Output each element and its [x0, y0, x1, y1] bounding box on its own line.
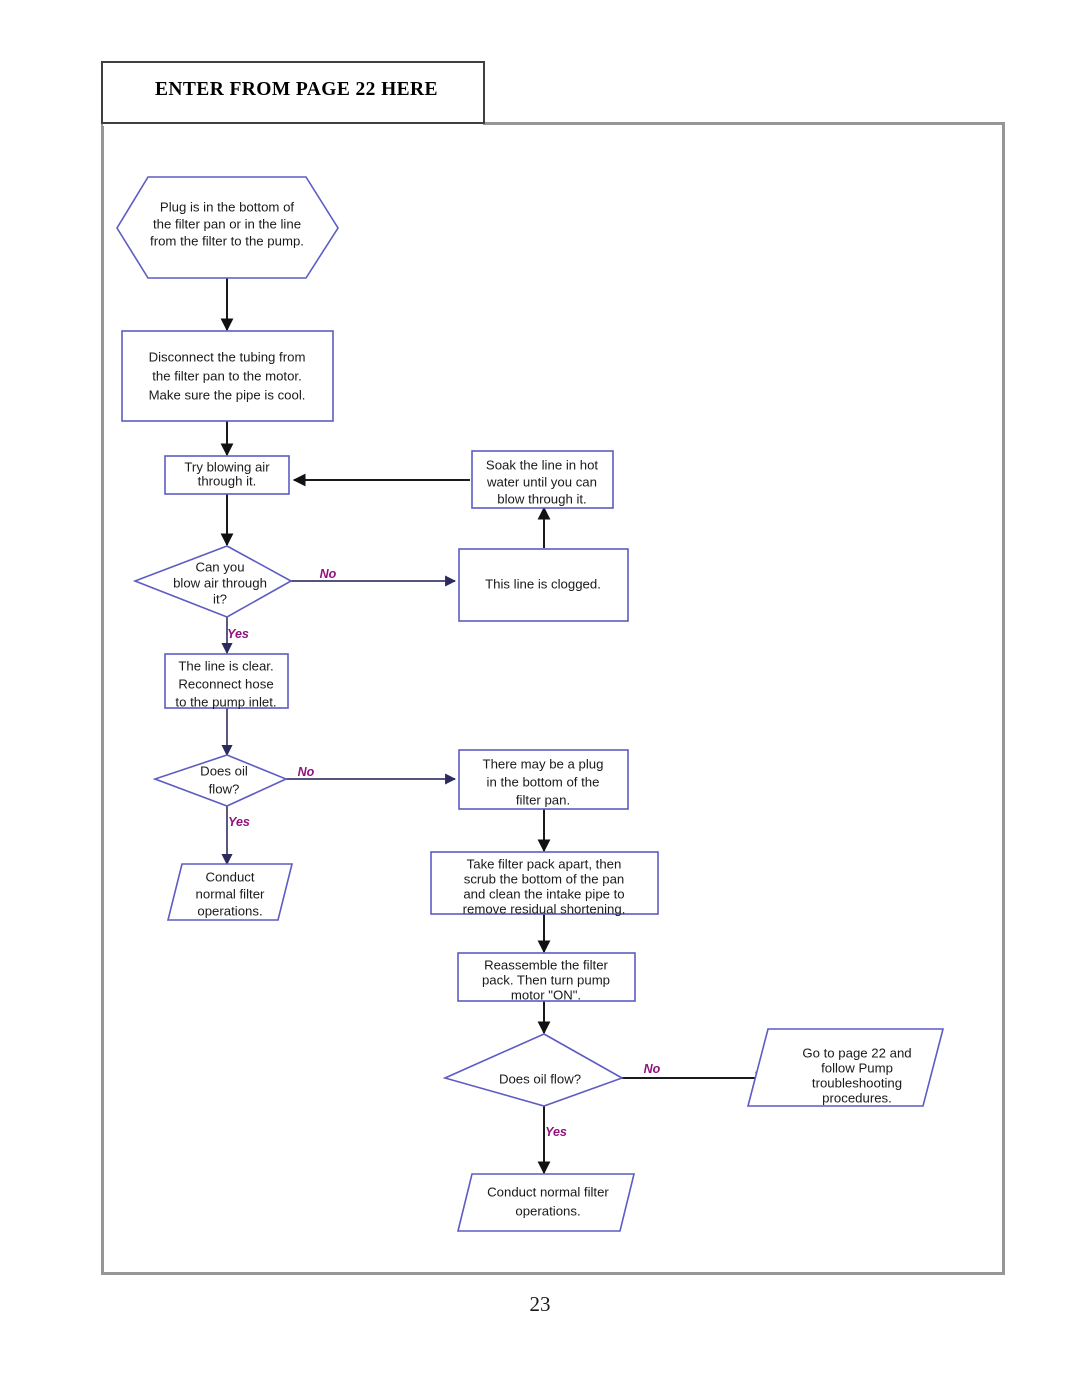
node-text-line: troubleshooting [812, 1075, 902, 1090]
node-text-line: Take filter pack apart, then [467, 856, 622, 871]
page-title: ENTER FROM PAGE 22 HERE [155, 79, 438, 100]
node-text-line: Can you [195, 559, 244, 574]
node-text-line: Conduct [205, 869, 254, 884]
node-text-line: Does oil [200, 763, 248, 778]
node-text-line: blow air through [173, 575, 267, 590]
node-try-blowing-air: Try blowing air through it. [164, 455, 290, 495]
node-text-line: and clean the intake pipe to [463, 886, 624, 901]
node-decision-oil-flow-1: Does oil flow? [152, 754, 289, 807]
node-text-line: There may be a plug [483, 756, 604, 771]
node-text-line: Soak the line in hot [486, 457, 599, 472]
node-text-line: remove residual shortening. [463, 901, 626, 916]
node-text-line: Reconnect hose [178, 676, 273, 691]
node-text-line: it? [213, 591, 227, 606]
node-text-line: Disconnect the tubing from [149, 349, 306, 364]
node-text-line: the filter pan or in the line [153, 216, 301, 231]
node-text-line: from the filter to the pump. [150, 233, 304, 248]
edge-label-no-1: No [320, 567, 337, 581]
node-text-line: procedures. [822, 1090, 892, 1105]
node-text-line: the filter pan to the motor. [152, 368, 302, 383]
header-title-box: ENTER FROM PAGE 22 HERE [101, 61, 485, 124]
page-canvas: ENTER FROM PAGE 22 HERE No Yes No Yes No… [0, 0, 1080, 1397]
edge-n4-n5: No [291, 567, 457, 587]
node-text-line: normal filter [196, 886, 265, 901]
edge-n8-n9: No [286, 765, 457, 785]
node-text-line: Try blowing air [184, 459, 270, 474]
node-line-clear-reconnect: The line is clear. Reconnect hose to the… [164, 653, 289, 709]
node-text-line: in the bottom of the [487, 774, 600, 789]
flowchart-svg: No Yes No Yes No Yes Plug is in the bott… [116, 176, 945, 1232]
node-plug-in-filter-pan: There may be a plug in the bottom of the… [458, 749, 629, 810]
edge-n8-n10: Yes [221, 806, 250, 866]
edge-label-yes-1: Yes [227, 627, 249, 641]
node-text-line: to the pump inlet. [175, 694, 276, 709]
edge-label-no-3: No [644, 1062, 661, 1076]
node-text-line: The line is clear. [178, 658, 273, 673]
node-plug-location: Plug is in the bottom of the filter pan … [116, 176, 339, 279]
node-decision-blow-air: Can you blow air through it? [132, 545, 293, 618]
node-text-line: motor "ON". [511, 987, 581, 1002]
node-text-line: water until you can [486, 474, 597, 489]
node-text-line: pack. Then turn pump [482, 972, 610, 987]
edge-n4-n7: Yes [221, 617, 249, 655]
node-soak-line: Soak the line in hot water until you can… [471, 450, 614, 509]
node-goto-page22-pump-troubleshooting: Go to page 22 and follow Pump troublesho… [746, 1028, 945, 1107]
edge-label-yes-2: Yes [228, 815, 250, 829]
node-text-line: flow? [209, 781, 240, 796]
node-text-line: Reassemble the filter [484, 957, 608, 972]
node-decision-oil-flow-2: Does oil flow? [442, 1033, 624, 1107]
node-text-line: Does oil flow? [499, 1071, 581, 1086]
node-text-line: follow Pump [821, 1060, 893, 1075]
decision-shape [442, 1033, 624, 1107]
node-text-line: operations. [515, 1203, 580, 1218]
node-text-line: Conduct normal filter [487, 1184, 609, 1199]
node-disconnect-tubing: Disconnect the tubing from the filter pa… [121, 330, 334, 422]
edge-n13-n15: Yes [537, 1106, 567, 1175]
node-text-line: Plug is in the bottom of [160, 199, 294, 214]
node-take-filter-pack-apart: Take filter pack apart, then scrub the b… [430, 851, 659, 916]
node-reassemble-filter-pack: Reassemble the filter pack. Then turn pu… [457, 952, 636, 1002]
node-text-line: scrub the bottom of the pan [464, 871, 625, 886]
node-text-line: Make sure the pipe is cool. [149, 387, 306, 402]
node-conduct-normal-filter-2: Conduct normal filter operations. [456, 1173, 636, 1232]
node-text-line: This line is clogged. [485, 576, 601, 591]
edge-label-no-2: No [298, 765, 315, 779]
node-conduct-normal-filter-1: Conduct normal filter operations. [166, 863, 294, 921]
node-line-clogged: This line is clogged. [458, 548, 629, 622]
node-text-line: Go to page 22 and [802, 1045, 911, 1060]
edge-n13-n14: No [622, 1062, 769, 1085]
node-text-line: through it. [198, 473, 257, 488]
node-text-line: filter pan. [516, 792, 570, 807]
edge-label-yes-3: Yes [545, 1125, 567, 1139]
node-text-line: blow through it. [497, 491, 586, 506]
node-text-line: operations. [197, 903, 262, 918]
